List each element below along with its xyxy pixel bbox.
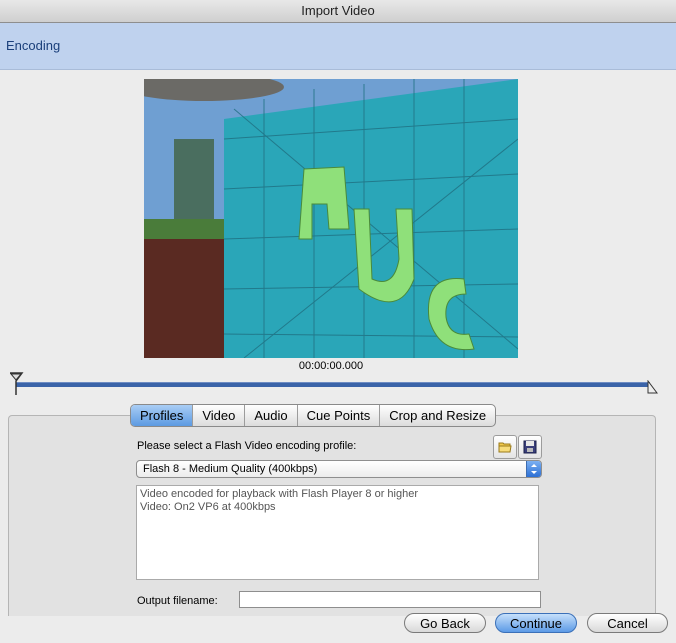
tab-video[interactable]: Video (193, 405, 246, 426)
out-point-handle-icon[interactable] (646, 380, 658, 394)
profile-description: Video encoded for playback with Flash Pl… (136, 485, 539, 580)
tab-crop-and-resize[interactable]: Crop and Resize (380, 405, 495, 426)
encoding-profile-select[interactable]: Flash 8 - Medium Quality (400kbps) (136, 460, 542, 478)
video-frame-image (144, 79, 518, 358)
description-line: Video encoded for playback with Flash Pl… (140, 488, 419, 500)
save-profile-button[interactable] (518, 435, 542, 459)
window-title: Import Video (301, 3, 375, 18)
save-icon (523, 440, 537, 454)
folder-icon (498, 442, 512, 453)
timeline-track[interactable] (16, 382, 650, 387)
go-back-button[interactable]: Go Back (404, 613, 486, 633)
continue-button[interactable]: Continue (495, 613, 577, 633)
scrub-timeline[interactable] (8, 370, 658, 396)
description-line: Video: On2 VP6 at 400kbps (140, 501, 276, 513)
in-point-handle-icon[interactable] (8, 372, 24, 396)
output-filename-input[interactable] (239, 591, 541, 608)
tab-audio[interactable]: Audio (245, 405, 298, 426)
profile-select-label: Please select a Flash Video encoding pro… (137, 440, 357, 452)
cancel-button[interactable]: Cancel (587, 613, 668, 633)
open-profile-button[interactable] (493, 435, 517, 459)
tab-profiles[interactable]: Profiles (131, 405, 194, 426)
select-arrows-icon (526, 461, 541, 477)
settings-tabs: Profiles Video Audio Cue Points Crop and… (130, 404, 497, 427)
output-filename-label: Output filename: (137, 595, 218, 607)
window-titlebar: Import Video (0, 0, 676, 23)
encoding-header: Encoding (0, 23, 676, 70)
tab-cue-points[interactable]: Cue Points (298, 405, 381, 426)
header-title: Encoding (6, 38, 61, 53)
video-preview (144, 79, 518, 358)
selected-profile: Flash 8 - Medium Quality (400kbps) (143, 463, 318, 475)
